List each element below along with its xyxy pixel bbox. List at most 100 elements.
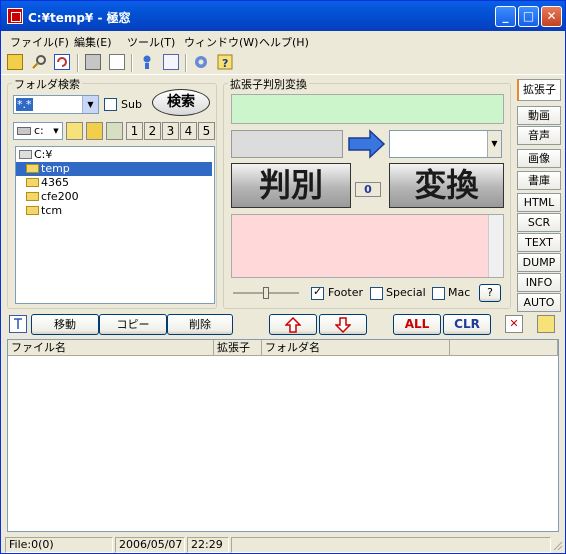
menu-bar: ファイル(F) 編集(E) ツール(T) ウィンドウ(W) ヘルプ(H) bbox=[1, 31, 565, 51]
copy-button[interactable]: コピー bbox=[99, 314, 167, 335]
scrollbar[interactable] bbox=[488, 215, 503, 277]
column-filename[interactable]: ファイル名 bbox=[8, 340, 214, 356]
drop-area[interactable] bbox=[231, 94, 504, 124]
clear-button[interactable]: CLR bbox=[443, 314, 491, 335]
column-blank bbox=[450, 340, 558, 356]
column-folder[interactable]: フォルダ名 bbox=[262, 340, 450, 356]
document-icon[interactable] bbox=[109, 54, 125, 70]
search-button[interactable]: 検索 bbox=[152, 89, 210, 116]
convert-button[interactable]: 変換 bbox=[389, 163, 504, 208]
edit-icon[interactable] bbox=[66, 122, 83, 140]
target-ext-combo[interactable]: ▼ bbox=[389, 130, 502, 158]
move-up-button[interactable] bbox=[269, 314, 317, 335]
menu-tools[interactable]: ツール(T) bbox=[127, 34, 175, 50]
tab-archive[interactable]: 書庫 bbox=[517, 171, 561, 190]
special-checkbox[interactable] bbox=[370, 287, 383, 300]
search-icon[interactable] bbox=[31, 54, 47, 70]
column-extension[interactable]: 拡張子 bbox=[214, 340, 262, 356]
result-textarea[interactable] bbox=[231, 214, 504, 278]
tab-text[interactable]: TEXT bbox=[517, 233, 561, 252]
tree-label: cfe200 bbox=[41, 190, 79, 203]
move-button[interactable]: 移動 bbox=[31, 314, 99, 335]
expand-icon[interactable] bbox=[9, 315, 27, 333]
menu-window[interactable]: ウィンドウ(W) bbox=[184, 34, 258, 50]
drive-combo[interactable]: c: ▼ bbox=[13, 122, 63, 140]
history-button-4[interactable]: 4 bbox=[180, 122, 197, 140]
status-time: 22:29 bbox=[187, 537, 229, 553]
history-button-1[interactable]: 1 bbox=[126, 122, 143, 140]
folder-icon bbox=[26, 206, 39, 215]
help-button[interactable]: ? bbox=[479, 284, 501, 302]
view-icon[interactable] bbox=[163, 54, 179, 70]
status-date: 2006/05/07 bbox=[115, 537, 185, 553]
tree-node-root[interactable]: C:¥ bbox=[19, 148, 52, 162]
sub-checkbox[interactable] bbox=[104, 98, 117, 111]
chevron-down-icon[interactable]: ▼ bbox=[487, 131, 501, 157]
info-icon[interactable] bbox=[139, 54, 155, 70]
delete-button[interactable]: 削除 bbox=[167, 314, 233, 335]
tab-audio[interactable]: 音声 bbox=[517, 126, 561, 145]
extension-title: 拡張子判別変換 bbox=[228, 76, 309, 92]
arrow-up-icon bbox=[284, 316, 302, 333]
tree-label: temp bbox=[41, 162, 70, 175]
history-buttons: 1 2 3 4 5 bbox=[126, 122, 216, 140]
svg-text:?: ? bbox=[222, 57, 228, 70]
tab-scr[interactable]: SCR bbox=[517, 213, 561, 232]
chevron-down-icon[interactable]: ▼ bbox=[50, 123, 62, 139]
folder-tree[interactable]: C:¥ temp 4365 cfe200 tcm bbox=[15, 146, 215, 304]
menu-file[interactable]: ファイル(F) bbox=[10, 34, 69, 50]
arrow-down-icon bbox=[334, 317, 352, 334]
folder-icon bbox=[26, 178, 39, 187]
remove-icon[interactable]: ✕ bbox=[505, 315, 523, 333]
drive-icon bbox=[17, 127, 31, 135]
tab-dump[interactable]: DUMP bbox=[517, 253, 561, 272]
folder-open-icon bbox=[26, 164, 39, 173]
menu-help[interactable]: ヘルプ(H) bbox=[259, 34, 309, 50]
mac-checkbox[interactable] bbox=[432, 287, 445, 300]
history-button-5[interactable]: 5 bbox=[198, 122, 215, 140]
tree-node[interactable]: 4365 bbox=[26, 176, 69, 190]
pattern-value: *.* bbox=[16, 98, 33, 111]
tab-video[interactable]: 動画 bbox=[517, 106, 561, 125]
tab-info[interactable]: INFO bbox=[517, 273, 561, 292]
resize-grip-icon[interactable] bbox=[551, 539, 563, 551]
judge-button[interactable]: 判別 bbox=[231, 163, 351, 208]
tree-label: tcm bbox=[41, 204, 63, 217]
tree-node-selected[interactable]: temp bbox=[16, 162, 212, 176]
tree-label: 4365 bbox=[41, 176, 69, 189]
pattern-combo[interactable]: *.* ▼ bbox=[13, 95, 99, 114]
tree-node[interactable]: cfe200 bbox=[26, 190, 79, 204]
tab-auto[interactable]: AUTO bbox=[517, 293, 561, 312]
count-display: 0 bbox=[355, 182, 381, 197]
title-bar[interactable]: C:¥temp¥ - 極窓 _ □ ✕ bbox=[1, 1, 565, 31]
level-slider[interactable] bbox=[233, 287, 299, 301]
tab-image[interactable]: 画像 bbox=[517, 149, 561, 168]
window-icon[interactable] bbox=[537, 315, 555, 333]
menu-edit[interactable]: 編集(E) bbox=[74, 34, 112, 50]
tab-html[interactable]: HTML bbox=[517, 193, 561, 212]
tree-node[interactable]: tcm bbox=[26, 204, 62, 218]
footer-checkbox[interactable]: ✓ bbox=[311, 285, 324, 300]
file-list[interactable]: ファイル名 拡張子 フォルダ名 bbox=[7, 339, 559, 532]
source-ext-field[interactable] bbox=[231, 130, 343, 158]
refresh-icon[interactable] bbox=[54, 54, 70, 70]
select-all-button[interactable]: ALL bbox=[393, 314, 441, 335]
print-icon[interactable] bbox=[85, 54, 101, 70]
maximize-button[interactable]: □ bbox=[518, 6, 539, 27]
sub-label: Sub bbox=[121, 98, 142, 111]
move-down-button[interactable] bbox=[319, 314, 367, 335]
folder-open-icon[interactable] bbox=[86, 122, 103, 140]
minimize-button[interactable]: _ bbox=[495, 6, 516, 27]
tab-extension[interactable]: 拡張子 bbox=[517, 79, 561, 101]
history-button-2[interactable]: 2 bbox=[144, 122, 161, 140]
tree-label: C:¥ bbox=[34, 148, 53, 161]
folder-search-title: フォルダ検索 bbox=[12, 76, 82, 92]
sync-icon[interactable] bbox=[106, 122, 123, 140]
close-button[interactable]: ✕ bbox=[541, 6, 562, 27]
gear-icon[interactable] bbox=[193, 54, 209, 70]
chevron-down-icon[interactable]: ▼ bbox=[82, 96, 98, 113]
status-files: File:0(0) bbox=[5, 537, 113, 553]
new-folder-icon[interactable] bbox=[7, 54, 23, 70]
help-icon[interactable]: ? bbox=[217, 54, 233, 70]
history-button-3[interactable]: 3 bbox=[162, 122, 179, 140]
